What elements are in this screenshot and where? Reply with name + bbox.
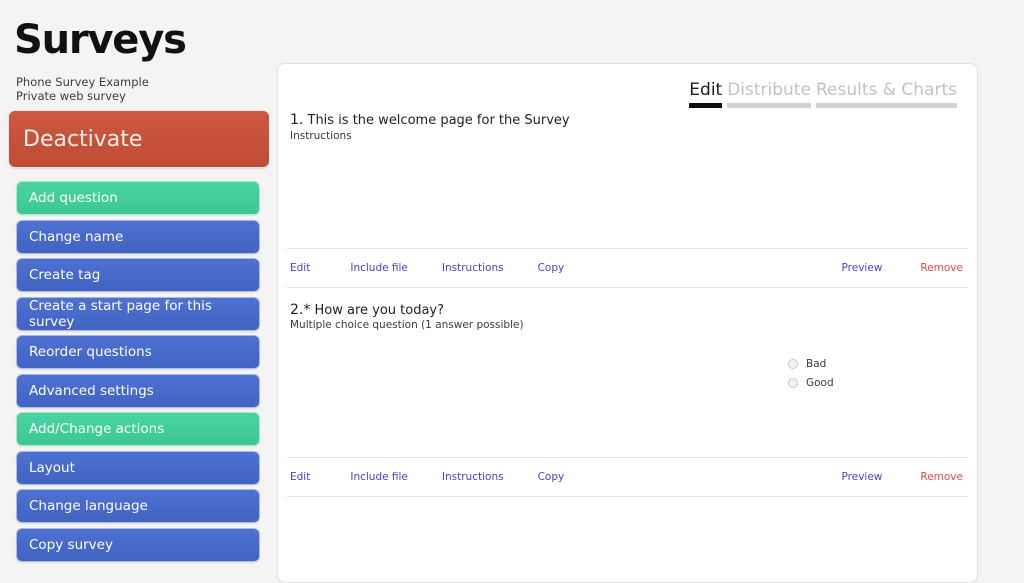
question-action-bar-1: Edit Include file Instructions Copy Prev… [278,249,977,287]
remove-link[interactable]: Remove [920,262,963,274]
question-body [278,143,977,248]
include-file-link[interactable]: Include file [350,471,408,483]
deactivate-button-label: Deactivate [23,126,143,152]
survey-meta: Phone Survey Example Private web survey [16,75,149,104]
left-sidebar: Surveys Phone Survey Example Private web… [0,0,272,564]
sidebar-item-change-language[interactable]: Change language [16,489,260,523]
option-row[interactable]: Bad [788,354,834,373]
sidebar-item-label: Copy survey [29,536,113,553]
sidebar-item-label: Layout [29,459,75,476]
copy-link[interactable]: Copy [538,262,565,274]
edit-link[interactable]: Edit [290,262,310,274]
option-label: Good [806,376,834,389]
sidebar-item-add-change-actions[interactable]: Add/Change actions [16,412,260,446]
question-header: 1. This is the welcome page for the Surv… [278,64,977,143]
action-links-right: Preview Remove [804,471,964,483]
sidebar-item-label: Change language [29,498,148,514]
sidebar-nav: Add question Change name Create tag Crea… [16,181,260,566]
preview-link[interactable]: Preview [842,471,883,483]
option-label: Bad [806,357,827,370]
question-subtitle: Instructions [290,129,352,142]
sidebar-item-label: Add/Change actions [29,421,165,437]
question-subtitle: Multiple choice question (1 answer possi… [290,319,524,332]
sidebar-item-label: Change name [29,228,124,245]
action-links-right: Preview Remove [804,262,964,274]
sidebar-item-label: Create a start page for this survey [29,297,212,330]
survey-type: Private web survey [16,89,126,104]
option-row[interactable]: Good [788,373,834,392]
edit-link[interactable]: Edit [290,471,310,483]
preview-link[interactable]: Preview [842,262,883,274]
instructions-link[interactable]: Instructions [442,262,504,274]
instructions-link[interactable]: Instructions [442,471,504,483]
sidebar-item-label: Add question [29,190,118,206]
action-links-left: Edit Include file Instructions Copy [290,471,604,483]
question-text: This is the welcome page for the Survey [307,113,570,128]
sidebar-item-copy-survey[interactable]: Copy survey [16,527,260,562]
app-title: Surveys [14,17,187,63]
divider [287,496,968,498]
sidebar-item-layout[interactable]: Layout [16,450,260,485]
sidebar-item-reorder-questions[interactable]: Reorder questions [16,335,260,369]
sidebar-item-label: Advanced settings [29,382,154,399]
sidebar-item-advanced-settings[interactable]: Advanced settings [16,373,260,408]
question-title: 2.* How are you today? [290,302,977,319]
sidebar-item-label: Create tag [29,267,101,283]
sidebar-item-create-tag[interactable]: Create tag [16,258,260,292]
question-block-2: 2.* How are you today? Multiple choice q… [278,288,977,458]
question-number: 1. [290,112,304,128]
remove-link[interactable]: Remove [920,471,963,483]
question-title: 1. This is the welcome page for the Surv… [290,112,977,129]
question-action-bar-2: Edit Include file Instructions Copy Prev… [278,458,977,496]
radio-button-icon[interactable] [788,377,798,388]
radio-button-icon[interactable] [788,358,798,369]
sidebar-item-add-question[interactable]: Add question [16,181,260,215]
sidebar-item-create-start-page[interactable]: Create a start page for this survey [16,296,260,331]
copy-link[interactable]: Copy [538,471,565,483]
survey-name: Phone Survey Example [16,75,149,89]
question-body: Bad Good [278,332,977,457]
options-list: Bad Good [788,354,834,392]
sidebar-item-change-name[interactable]: Change name [16,219,260,254]
main-panel: Edit Distribute Results & Charts 1. This… [277,63,978,583]
question-number: 2.* [290,301,311,318]
sidebar-item-label: Reorder questions [29,344,152,360]
include-file-link[interactable]: Include file [350,262,408,274]
deactivate-button[interactable]: Deactivate [8,110,270,168]
question-block-1: 1. This is the welcome page for the Surv… [278,64,977,248]
question-text: How are you today? [314,302,445,318]
action-links-left: Edit Include file Instructions Copy [290,262,604,274]
question-header: 2.* How are you today? Multiple choice q… [278,288,977,333]
